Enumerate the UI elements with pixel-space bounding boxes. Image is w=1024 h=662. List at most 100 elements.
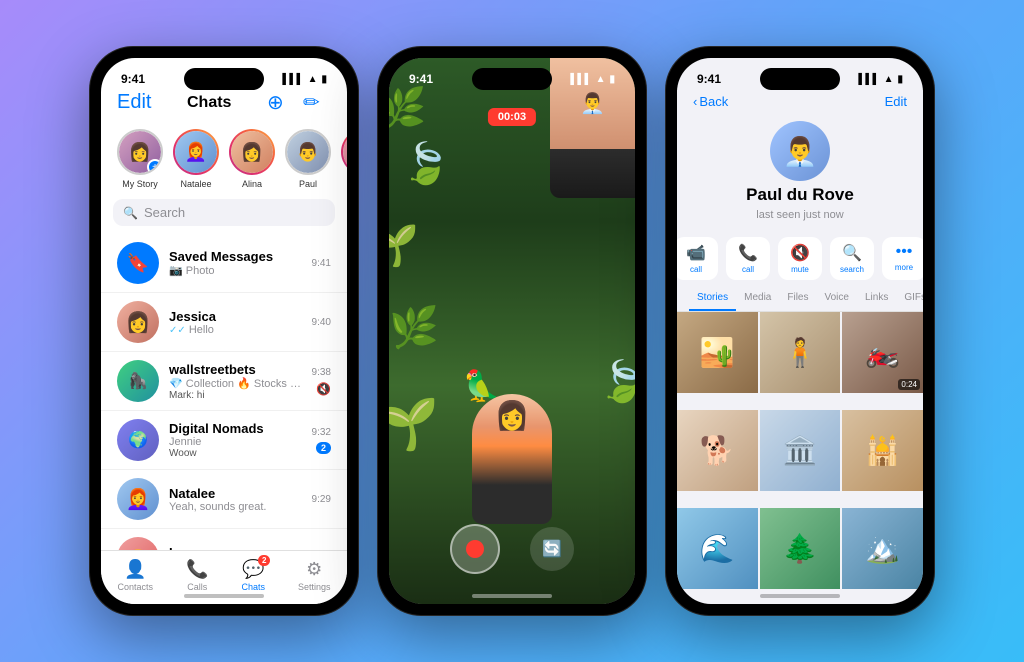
story-item-alina[interactable]: 👩 Alina <box>229 129 275 189</box>
status-time-2: 9:41 <box>409 72 433 86</box>
plant-2: 🍃 <box>401 140 451 187</box>
chat-preview-digital: Jennie <box>169 436 302 448</box>
story-item-emma[interactable]: 👩‍🦳 Emma <box>341 129 347 189</box>
story-name-natalee: Natalee <box>180 179 211 189</box>
media-cell-8[interactable]: 🌲 <box>760 508 841 589</box>
media-img-7: 🌊 <box>677 508 758 589</box>
search-placeholder: Search <box>144 205 185 220</box>
person-emoji: 👩 <box>495 399 530 432</box>
video-controls: 🔄 <box>450 524 574 574</box>
avatar-emoji: 👨‍💼 <box>783 135 818 168</box>
nav-contacts[interactable]: 👤 Contacts <box>118 559 154 592</box>
more-label: more <box>895 263 913 272</box>
media-grid: 🏜️ 🧍 🏍️ 0:24 🐕 🏛️ 🕌 <box>677 312 923 604</box>
tab-stories[interactable]: Stories <box>689 286 736 311</box>
nav-calls-label: Calls <box>187 582 207 592</box>
new-group-button[interactable]: ⊕ <box>267 90 295 115</box>
search-bar[interactable]: 🔍 Search <box>113 199 335 226</box>
story-avatar-img-alina: 👩 <box>231 131 273 173</box>
profile-edit-button[interactable]: Edit <box>885 94 907 109</box>
back-label: Back <box>699 94 728 109</box>
compose-button[interactable]: ✏ <box>303 90 331 115</box>
chat-item-digital[interactable]: 🌍 Digital Nomads Jennie Woow 9:32 2 <box>101 411 347 470</box>
flip-icon: 🔄 <box>542 539 562 559</box>
chat-item-wsb[interactable]: 🦍 wallstreetbets 💎 Collection 🔥 Stocks 🥩… <box>101 352 347 411</box>
media-cell-5[interactable]: 🏛️ <box>760 410 841 491</box>
action-mute[interactable]: 🔇 mute <box>778 237 822 280</box>
tab-files[interactable]: Files <box>779 286 816 311</box>
action-audio-call[interactable]: 📞 call <box>726 237 770 280</box>
tab-gifs[interactable]: GIFs <box>896 286 923 311</box>
nav-contacts-label: Contacts <box>118 582 154 592</box>
chat-item-saved[interactable]: 🔖 Saved Messages 📷 Photo 9:41 <box>101 234 347 293</box>
chat-item-natalee[interactable]: 👩‍🦰 Natalee Yeah, sounds great. 9:29 <box>101 470 347 529</box>
chat-time-saved: 9:41 <box>312 258 331 269</box>
profile-name: Paul du Rove <box>746 185 854 205</box>
action-search[interactable]: 🔍 search <box>830 237 874 280</box>
story-name-paul: Paul <box>299 179 317 189</box>
contacts-icon: 👤 <box>124 559 146 580</box>
media-cell-7[interactable]: 🌊 <box>677 508 758 589</box>
tab-links[interactable]: Links <box>857 286 896 311</box>
chat-avatar-natalee2: 👩‍🦰 <box>117 478 159 520</box>
action-video-call[interactable]: 📹 call <box>677 237 718 280</box>
back-chevron-icon: ‹ <box>693 94 697 109</box>
calls-icon: 📞 <box>186 559 208 580</box>
audio-call-label: call <box>742 265 754 274</box>
story-avatar-img-natalee: 👩‍🦰 <box>175 131 217 173</box>
media-img-5: 🏛️ <box>760 410 841 491</box>
tab-media[interactable]: Media <box>736 286 779 311</box>
silhouette-body: 👩 <box>472 394 552 524</box>
chat-info-wsb: wallstreetbets 💎 Collection 🔥 Stocks 🥩 M… <box>169 362 302 401</box>
action-more[interactable]: ••• more <box>882 237 923 280</box>
wifi-icon-2: ▲ <box>596 74 606 85</box>
flip-camera-button[interactable]: 🔄 <box>530 527 574 571</box>
nav-chats-label: Chats <box>241 582 265 592</box>
battery-icon: ▮ <box>321 74 327 85</box>
plant-1: 🌿 <box>389 85 427 132</box>
chat-name-natalee: Natalee <box>169 486 302 501</box>
profile-status: last seen just now <box>756 209 843 221</box>
plant-3: 🌱 <box>389 222 419 269</box>
chat-time-natalee: 9:29 <box>312 494 331 505</box>
story-avatar-img-emma: 👩‍🦳 <box>343 131 347 173</box>
chat-preview-jessica: ✓✓ Hello <box>169 324 302 336</box>
back-button[interactable]: ‹ Back <box>693 94 728 109</box>
video-call-label: call <box>690 265 702 274</box>
status-icons-2: ▌▌▌ ▲ ▮ <box>570 74 615 85</box>
video-screen: 9:41 ▌▌▌ ▲ ▮ 🌿 🍃 🌱 🌾 🌿 🍃 🦜 🌱 <box>389 58 635 604</box>
search-action-label: search <box>840 265 864 274</box>
media-img-4: 🐕 <box>677 410 758 491</box>
chat-avatar-saved: 🔖 <box>117 242 159 284</box>
profile-header-bar: ‹ Back Edit <box>677 90 923 117</box>
media-cell-6[interactable]: 🕌 <box>842 410 923 491</box>
edit-button[interactable]: Edit <box>117 91 151 114</box>
chat-item-lee[interactable]: 😎 Lee Mind if I invite my friend? 9:20 <box>101 529 347 550</box>
signal-icon-2: ▌▌▌ <box>570 74 591 85</box>
nav-settings[interactable]: ⚙ Settings <box>298 559 331 592</box>
nav-chats[interactable]: 💬 2 Chats <box>241 559 265 592</box>
media-cell-1[interactable]: 🏜️ <box>677 312 758 393</box>
call-timer: 00:03 <box>488 108 536 126</box>
chat-time-jessica: 9:40 <box>312 317 331 328</box>
chat-preview-natalee: Yeah, sounds great. <box>169 501 302 513</box>
signal-icon-3: ▌▌▌ <box>858 74 879 85</box>
media-cell-9[interactable]: 🏔️ <box>842 508 923 589</box>
media-cell-2[interactable]: 🧍 <box>760 312 841 393</box>
media-img-1: 🏜️ <box>677 312 758 393</box>
dynamic-island-3 <box>760 68 840 90</box>
status-bar-2: 9:41 ▌▌▌ ▲ ▮ <box>389 58 635 90</box>
story-item-paul[interactable]: 👨 Paul <box>285 129 331 189</box>
tab-voice[interactable]: Voice <box>817 286 857 311</box>
plant-5: 🌿 <box>389 304 439 351</box>
record-button[interactable] <box>450 524 500 574</box>
media-cell-3[interactable]: 🏍️ 0:24 <box>842 312 923 393</box>
media-img-2: 🧍 <box>760 312 841 393</box>
media-cell-4[interactable]: 🐕 <box>677 410 758 491</box>
story-item-mystory[interactable]: 👩 + My Story <box>117 129 163 189</box>
status-icons-3: ▌▌▌ ▲ ▮ <box>858 74 903 85</box>
stories-row: 👩 + My Story 👩‍🦰 Natalee 👩 Alina <box>101 123 347 199</box>
chat-item-jessica[interactable]: 👩 Jessica ✓✓ Hello 9:40 <box>101 293 347 352</box>
nav-calls[interactable]: 📞 Calls <box>186 559 208 592</box>
story-item-natalee[interactable]: 👩‍🦰 Natalee <box>173 129 219 189</box>
